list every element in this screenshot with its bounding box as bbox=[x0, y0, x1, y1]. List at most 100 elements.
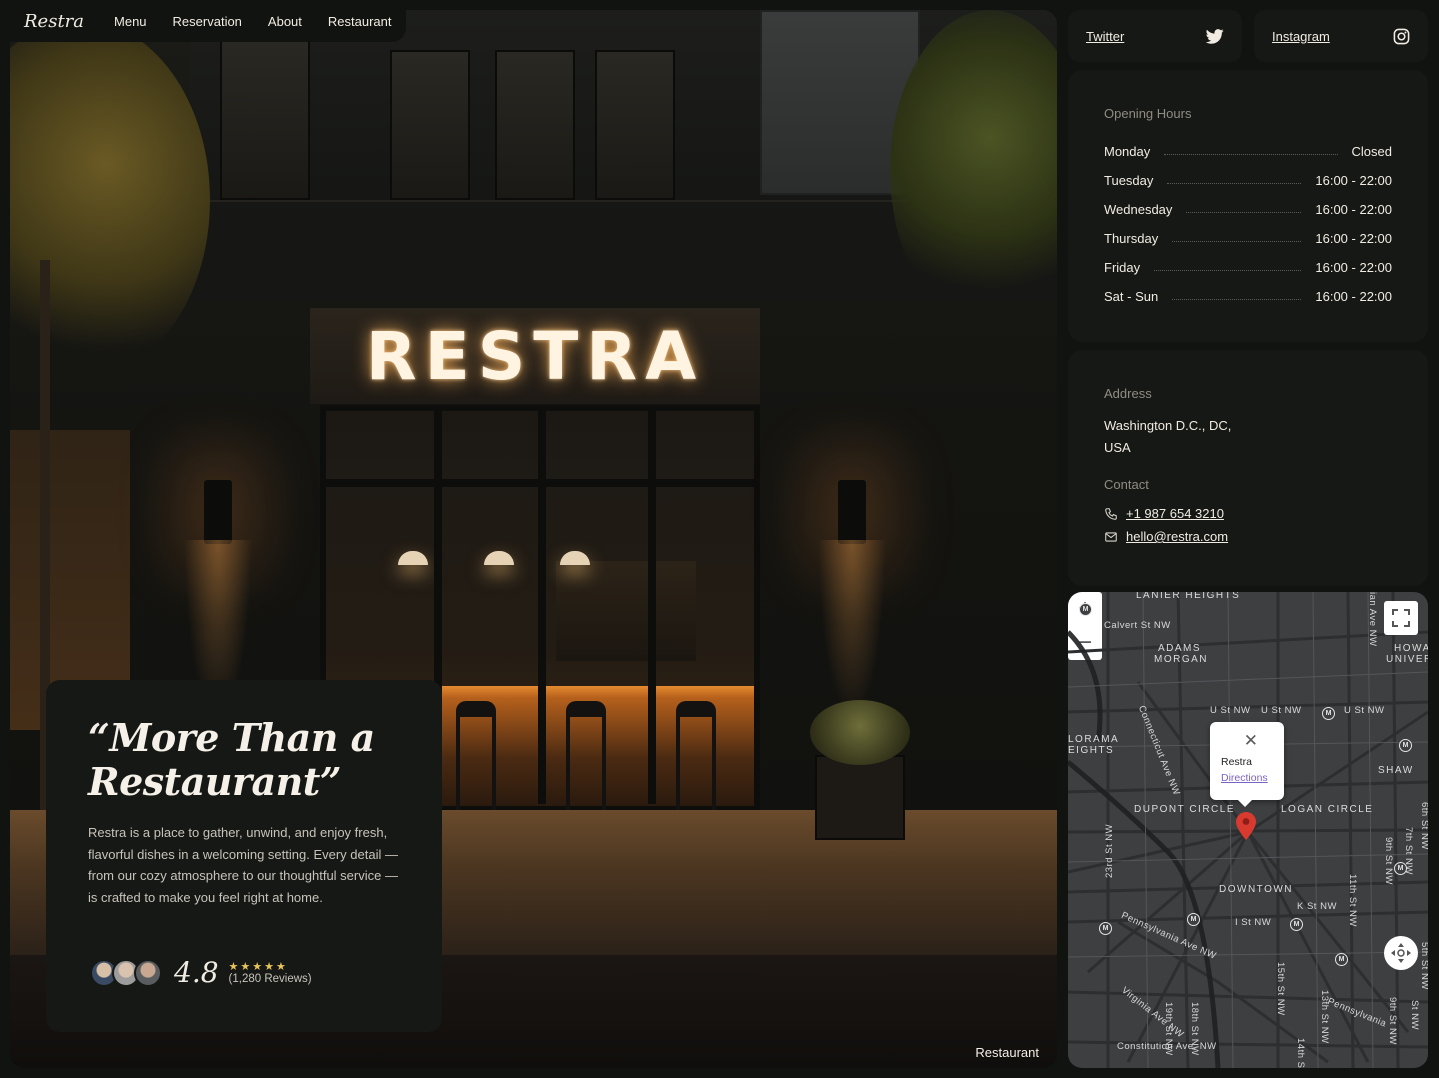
map-label: 11th St NW bbox=[1347, 874, 1358, 927]
close-icon[interactable]: ✕ bbox=[1244, 732, 1258, 749]
intro-card: “More Than a Restaurant” Restra is a pla… bbox=[46, 680, 442, 1032]
location-map[interactable]: LANIER HEIGHTS Calvert St NW ADAMS MORGA… bbox=[1068, 592, 1428, 1068]
upper-window bbox=[495, 50, 575, 200]
metro-station-icon: M bbox=[1335, 953, 1348, 966]
wall-lamp bbox=[184, 480, 252, 720]
dotted-leader bbox=[1172, 241, 1302, 242]
twitter-icon bbox=[1206, 28, 1224, 44]
map-label: U St NW bbox=[1261, 705, 1302, 716]
hours-list: Monday Closed Tuesday 16:00 - 22:00 Wednes… bbox=[1104, 137, 1392, 311]
map-info-popup: ✕ Restra Directions bbox=[1210, 722, 1284, 807]
window-mullion bbox=[538, 411, 546, 804]
hours-day: Tuesday bbox=[1104, 173, 1154, 188]
opening-hours-label: Opening Hours bbox=[1104, 106, 1192, 121]
upper-window bbox=[390, 50, 470, 200]
popup-place-name: Restra bbox=[1221, 756, 1252, 768]
map-label: 9th St NW bbox=[1387, 997, 1398, 1045]
bottle-shelf bbox=[556, 561, 696, 661]
map-label: 15th St NW bbox=[1275, 962, 1286, 1016]
twitter-link[interactable]: Twitter bbox=[1068, 10, 1242, 62]
hours-time: 16:00 - 22:00 bbox=[1315, 202, 1392, 217]
bar-stool bbox=[566, 701, 606, 811]
map-label: 5th St NW bbox=[1419, 942, 1428, 990]
contact-label: Contact bbox=[1104, 477, 1149, 492]
nav-link-menu[interactable]: Menu bbox=[114, 14, 147, 29]
map-label: U St NW bbox=[1344, 705, 1385, 716]
instagram-icon bbox=[1393, 28, 1410, 44]
instagram-label: Instagram bbox=[1272, 28, 1330, 44]
review-count: (1,280 Reviews) bbox=[228, 973, 312, 985]
address-line: Washington D.C., DC, bbox=[1104, 418, 1232, 433]
hours-time: Closed bbox=[1351, 144, 1392, 159]
nav-link-about[interactable]: About bbox=[268, 14, 302, 29]
map-label: 18th St NW bbox=[1189, 1002, 1200, 1056]
camera-control-button[interactable] bbox=[1384, 936, 1418, 970]
planter-bush bbox=[810, 700, 910, 765]
twitter-label: Twitter bbox=[1086, 28, 1125, 44]
star-rating-icon: ★★★★★ bbox=[228, 961, 288, 973]
pendant-lamp bbox=[560, 551, 590, 565]
map-label: Calvert St NW bbox=[1104, 620, 1171, 631]
hours-time: 16:00 - 22:00 bbox=[1315, 231, 1392, 246]
fullscreen-icon bbox=[1392, 609, 1410, 627]
hours-time: 16:00 - 22:00 bbox=[1315, 289, 1392, 304]
mail-icon bbox=[1105, 531, 1117, 542]
dotted-leader bbox=[1167, 183, 1302, 184]
top-nav: Restra Menu Reservation About Restaurant bbox=[10, 0, 406, 42]
map-label: I St NW bbox=[1235, 917, 1272, 928]
hours-day: Friday bbox=[1104, 260, 1141, 275]
hours-day: Thursday bbox=[1104, 231, 1159, 246]
metro-station-icon: M bbox=[1322, 707, 1335, 720]
pan-arrows-icon bbox=[1391, 943, 1411, 963]
upper-window bbox=[220, 40, 310, 200]
map-label: HOWA bbox=[1394, 643, 1428, 654]
hours-row: Thursday 16:00 - 22:00 bbox=[1104, 224, 1392, 253]
intro-body: Restra is a place to gather, unwind, and… bbox=[88, 825, 398, 905]
pendant-lamp bbox=[484, 551, 514, 565]
bar-stool bbox=[456, 701, 496, 811]
hours-row: Sat - Sun 16:00 - 22:00 bbox=[1104, 282, 1392, 311]
map-label: 6th St NW bbox=[1419, 802, 1428, 850]
fullscreen-button[interactable] bbox=[1384, 601, 1418, 635]
map-pin-icon[interactable] bbox=[1236, 812, 1256, 840]
dotted-leader bbox=[1164, 154, 1338, 155]
wall-lamp bbox=[818, 480, 886, 720]
map-label: U St NW bbox=[1210, 705, 1251, 716]
hours-row: Wednesday 16:00 - 22:00 bbox=[1104, 195, 1392, 224]
phone-link[interactable]: +1 987 654 3210 bbox=[1104, 506, 1392, 521]
pendant-lamp bbox=[398, 551, 428, 565]
logo[interactable]: Restra bbox=[24, 11, 84, 32]
email-address: hello@restra.com bbox=[1126, 529, 1229, 544]
map-label: St NW bbox=[1409, 1000, 1420, 1030]
map-label: 19th St NW bbox=[1163, 1002, 1174, 1056]
metro-station-icon: M bbox=[1099, 922, 1112, 935]
map-label: LORAMA bbox=[1068, 734, 1120, 745]
map-label: ian Ave NW bbox=[1367, 592, 1378, 647]
restaurant-sign: RESTRA bbox=[310, 308, 760, 404]
hours-time: 16:00 - 22:00 bbox=[1315, 260, 1392, 275]
sign-text: RESTRA bbox=[365, 317, 705, 395]
hours-time: 16:00 - 22:00 bbox=[1315, 173, 1392, 188]
rating-row: 4.8 ★★★★★ (1,280 Reviews) bbox=[90, 956, 312, 989]
phone-icon bbox=[1105, 507, 1117, 520]
map-label: K St NW bbox=[1297, 901, 1337, 912]
directions-link[interactable]: Directions bbox=[1221, 772, 1268, 784]
planter-box bbox=[815, 755, 905, 840]
hero-caption: Restaurant bbox=[975, 1045, 1039, 1060]
opening-hours-panel: Opening Hours Monday Closed Tuesday 16:00 … bbox=[1068, 70, 1428, 342]
metro-station-icon: M bbox=[1079, 603, 1092, 616]
hours-row: Friday 16:00 - 22:00 bbox=[1104, 253, 1392, 282]
nav-link-restaurant[interactable]: Restaurant bbox=[328, 14, 392, 29]
hours-day: Monday bbox=[1104, 144, 1151, 159]
map-label: LOGAN CIRCLE bbox=[1281, 804, 1374, 815]
email-link[interactable]: hello@restra.com bbox=[1104, 529, 1392, 544]
dotted-leader bbox=[1172, 299, 1302, 300]
hours-day: Wednesday bbox=[1104, 202, 1173, 217]
metro-station-icon: M bbox=[1290, 918, 1303, 931]
instagram-link[interactable]: Instagram bbox=[1254, 10, 1428, 62]
metro-station-icon: M bbox=[1399, 739, 1412, 752]
rating-meta: ★★★★★ (1,280 Reviews) bbox=[229, 960, 312, 985]
nav-link-reservation[interactable]: Reservation bbox=[173, 14, 242, 29]
map-label: SHAW bbox=[1378, 765, 1414, 776]
rating-value: 4.8 bbox=[174, 956, 219, 989]
